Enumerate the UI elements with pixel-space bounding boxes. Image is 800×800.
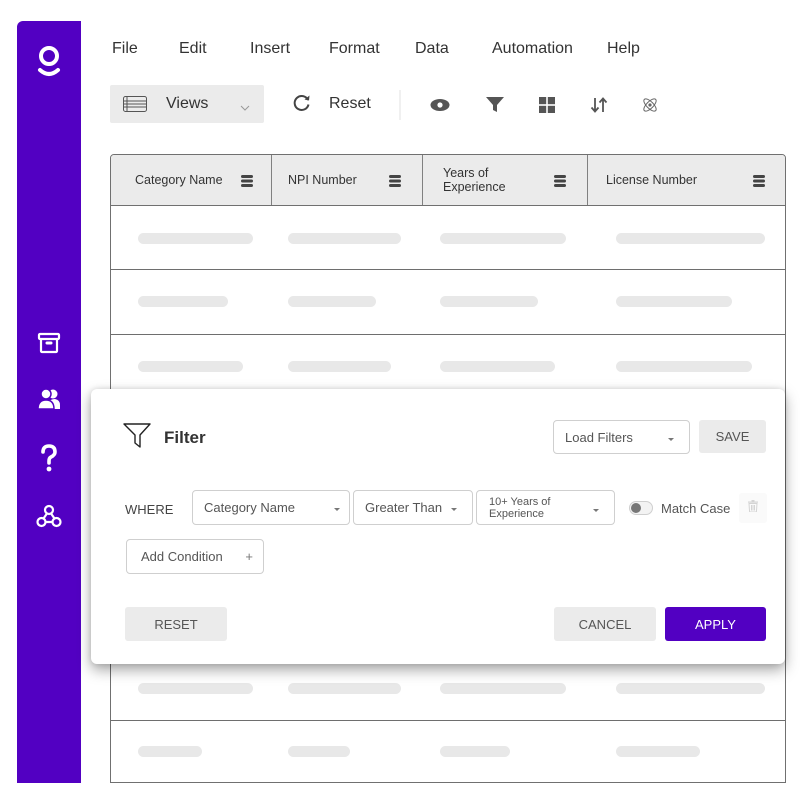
menu-format[interactable]: Format xyxy=(329,40,380,58)
column-label: License Number xyxy=(606,173,698,187)
table-row[interactable] xyxy=(111,206,785,270)
plus-icon: + xyxy=(245,549,253,564)
app-window: File Edit Insert Format Data Automation … xyxy=(0,0,800,800)
reset-filters-button[interactable]: RESET xyxy=(125,607,227,641)
operator-select-value: Greater Than xyxy=(365,500,443,515)
add-condition-button[interactable]: Add Condition + xyxy=(126,539,264,574)
skeleton-cell xyxy=(138,233,253,244)
reset-button[interactable]: Reset xyxy=(292,85,371,123)
menu-data[interactable]: Data xyxy=(415,40,449,58)
views-dropdown[interactable]: Views xyxy=(110,85,264,123)
match-case-label: Match Case xyxy=(661,501,731,516)
skeleton-cell xyxy=(138,361,243,372)
dialog-title: Filter xyxy=(164,428,206,447)
app-logo-icon[interactable] xyxy=(17,41,81,81)
skeleton-cell xyxy=(616,746,700,757)
save-button[interactable]: SAVE xyxy=(699,420,766,453)
table-header: Category Name NPI Number Years of Experi… xyxy=(111,155,785,206)
refresh-icon xyxy=(292,92,312,117)
views-label: Views xyxy=(166,95,209,112)
skeleton-cell xyxy=(138,746,202,757)
value-select[interactable]: 10+ Years of Experience xyxy=(476,490,615,525)
load-filters-label: Load Filters xyxy=(565,429,633,445)
skeleton-cell xyxy=(616,683,765,694)
match-case-toggle[interactable] xyxy=(629,501,653,515)
menu-edit[interactable]: Edit xyxy=(179,40,207,58)
skeleton-cell xyxy=(138,296,228,307)
toggle-knob xyxy=(631,503,641,513)
column-menu-icon[interactable] xyxy=(241,174,253,192)
column-menu-icon[interactable] xyxy=(554,174,566,192)
skeleton-cell xyxy=(288,683,401,694)
skeleton-cell xyxy=(440,233,566,244)
skeleton-cell xyxy=(440,683,566,694)
caret-down-icon xyxy=(668,438,674,441)
menu-help[interactable]: Help xyxy=(607,40,640,58)
archive-icon[interactable] xyxy=(17,332,81,354)
operator-select[interactable]: Greater Than xyxy=(353,490,473,525)
reset-label: Reset xyxy=(329,95,371,112)
atom-icon[interactable] xyxy=(639,94,661,116)
filter-dialog: Filter Load Filters SAVE WHERE Category … xyxy=(91,389,785,664)
skeleton-cell xyxy=(616,233,765,244)
table-row[interactable] xyxy=(111,270,785,335)
field-select[interactable]: Category Name xyxy=(192,490,350,525)
skeleton-cell xyxy=(288,233,401,244)
menu-insert[interactable]: Insert xyxy=(250,40,290,58)
add-condition-label: Add Condition xyxy=(141,549,223,564)
skeleton-cell xyxy=(440,296,538,307)
caret-down-icon xyxy=(593,509,599,512)
menu-automation[interactable]: Automation xyxy=(492,40,573,58)
field-select-value: Category Name xyxy=(204,500,296,515)
caret-down-icon xyxy=(451,508,457,511)
skeleton-cell xyxy=(440,361,555,372)
column-header-npi-number[interactable]: NPI Number xyxy=(272,155,423,205)
table-icon xyxy=(123,96,147,117)
skeleton-cell xyxy=(616,296,732,307)
trash-icon xyxy=(748,499,758,517)
filter-icon[interactable] xyxy=(484,94,506,116)
column-label: Category Name xyxy=(135,173,223,187)
help-icon[interactable] xyxy=(17,444,81,472)
skeleton-cell xyxy=(288,296,376,307)
grid-icon[interactable] xyxy=(536,94,558,116)
sidebar xyxy=(17,21,81,783)
toolbar-divider xyxy=(399,90,401,120)
skeleton-cell xyxy=(288,746,350,757)
table-row[interactable] xyxy=(111,657,785,721)
column-header-category-name[interactable]: Category Name xyxy=(111,155,272,205)
menu-file[interactable]: File xyxy=(112,40,138,58)
delete-condition-button[interactable] xyxy=(739,493,767,523)
column-menu-icon[interactable] xyxy=(753,174,765,192)
table-row[interactable] xyxy=(111,721,785,782)
column-header-years-of-experience[interactable]: Years of Experience xyxy=(423,155,588,205)
column-menu-icon[interactable] xyxy=(389,174,401,192)
webhook-icon[interactable] xyxy=(17,504,81,528)
sort-icon[interactable] xyxy=(588,94,610,116)
users-icon[interactable] xyxy=(17,388,81,410)
skeleton-cell xyxy=(616,361,752,372)
cancel-button[interactable]: CANCEL xyxy=(554,607,656,641)
column-label: Years of Experience xyxy=(443,166,506,194)
filter-outline-icon xyxy=(123,423,151,454)
caret-down-icon xyxy=(334,508,340,511)
value-select-value: 10+ Years of Experience xyxy=(489,495,551,520)
column-header-license-number[interactable]: License Number xyxy=(588,155,785,205)
skeleton-cell xyxy=(288,361,391,372)
where-label: WHERE xyxy=(125,502,174,517)
skeleton-cell xyxy=(138,683,253,694)
chevron-down-icon xyxy=(240,99,250,117)
skeleton-cell xyxy=(440,746,510,757)
eye-icon[interactable] xyxy=(429,94,451,116)
apply-button[interactable]: APPLY xyxy=(665,607,766,641)
column-label: NPI Number xyxy=(288,173,357,187)
load-filters-dropdown[interactable]: Load Filters xyxy=(553,420,690,454)
